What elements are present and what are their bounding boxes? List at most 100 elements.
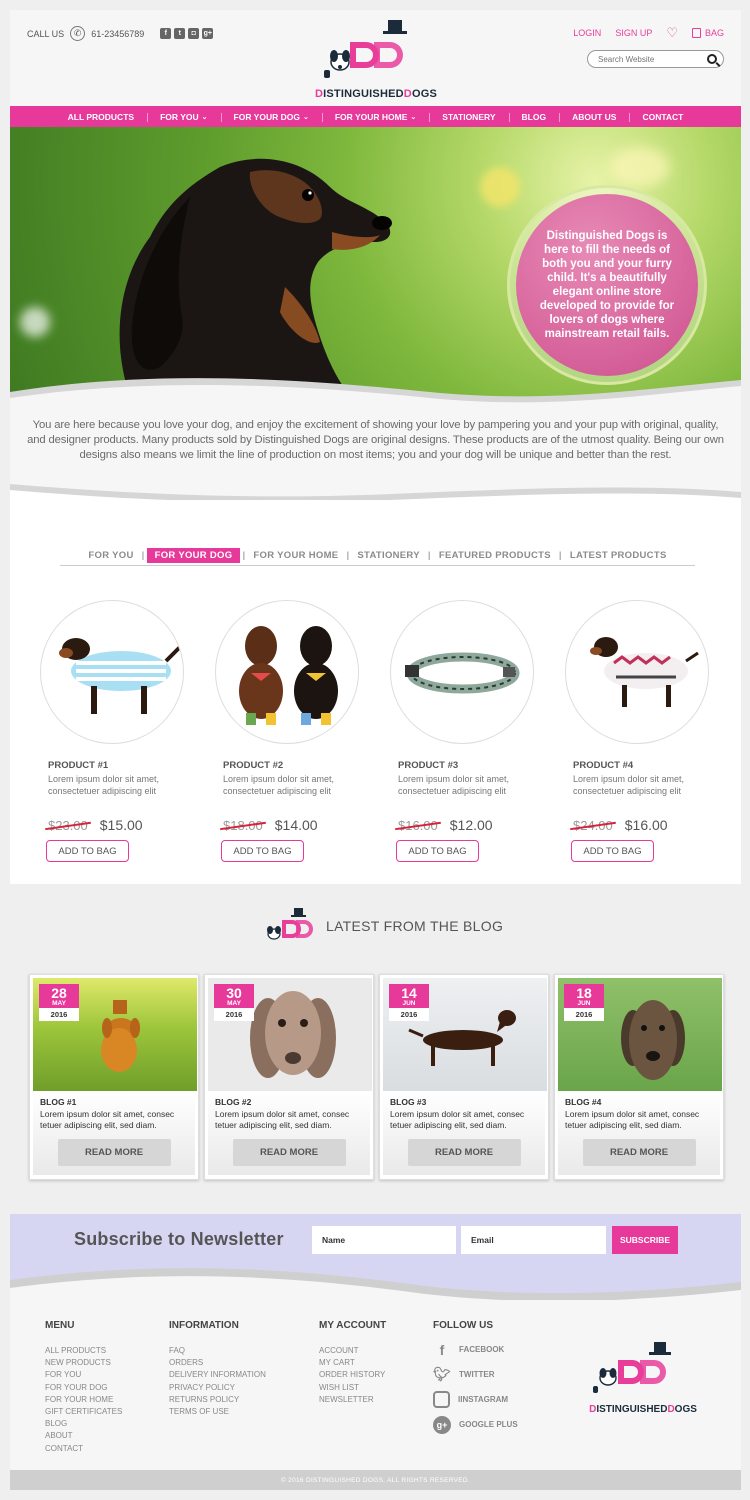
footer-link[interactable]: DELIVERY INFORMATION xyxy=(169,1369,266,1381)
product-title[interactable]: PRODUCT #1 xyxy=(40,760,200,771)
read-more-button[interactable]: READ MORE xyxy=(57,1139,171,1166)
facebook-icon: f xyxy=(439,1341,445,1358)
footer-link[interactable]: ALL PRODUCTS xyxy=(45,1345,122,1357)
tab-featured-products[interactable]: FEATURED PRODUCTS xyxy=(433,550,557,561)
footer-link[interactable]: ABOUT xyxy=(45,1430,122,1442)
login-link[interactable]: LOGIN xyxy=(573,28,601,38)
product-description: Lorem ipsum dolor sit amet, consectetuer… xyxy=(223,774,335,796)
blog-title[interactable]: BLOG #2 xyxy=(215,1097,363,1107)
tab-stationery[interactable]: STATIONERY xyxy=(351,550,425,561)
tab-for-your-home[interactable]: FOR YOUR HOME xyxy=(247,550,344,561)
instagram-icon xyxy=(433,1391,450,1408)
footer-instagram-link[interactable]: IINSTAGRAM xyxy=(433,1387,518,1412)
footer-link[interactable]: ORDER HISTORY xyxy=(319,1369,386,1381)
newsletter-name-field[interactable]: Name xyxy=(312,1226,456,1254)
date-badge: 28 MAY 2016 xyxy=(39,984,79,1021)
signup-link[interactable]: SIGN UP xyxy=(615,28,652,38)
price: $12.00 xyxy=(449,817,493,833)
search-input[interactable] xyxy=(598,54,698,64)
bag-link[interactable]: BAG xyxy=(691,27,724,38)
add-to-bag-button[interactable]: ADD TO BAG xyxy=(396,840,479,862)
logo-mark xyxy=(324,20,407,78)
site-logo[interactable]: DISTINGUISHEDDOGS xyxy=(304,18,448,100)
footer-link[interactable]: NEWSLETTER xyxy=(319,1394,386,1406)
footer-link[interactable]: FOR YOUR DOG xyxy=(45,1382,122,1394)
blog-image[interactable]: 18 JUN 2016 xyxy=(558,978,722,1091)
product-image[interactable] xyxy=(565,600,709,744)
footer-link[interactable]: ACCOUNT xyxy=(319,1345,386,1357)
footer-link[interactable]: ORDERS xyxy=(169,1357,266,1369)
product-image[interactable] xyxy=(215,600,359,744)
nav-contact[interactable]: CONTACT xyxy=(629,112,696,122)
instagram-icon[interactable]: ◘ xyxy=(188,28,200,39)
nav-blog[interactable]: BLOG xyxy=(508,112,560,122)
footer-twitter-link[interactable]: 🐦︎ TWITTER xyxy=(433,1362,518,1387)
product-card: PRODUCT #3 Lorem ipsum dolor sit amet, c… xyxy=(390,600,550,862)
nav-about-us[interactable]: ABOUT US xyxy=(559,112,629,122)
twitter-icon[interactable]: t xyxy=(174,28,186,39)
read-more-button[interactable]: READ MORE xyxy=(232,1139,346,1166)
nav-stationery[interactable]: STATIONERY xyxy=(429,112,508,122)
tab-for-you[interactable]: FOR YOU xyxy=(82,550,139,561)
product-title[interactable]: PRODUCT #3 xyxy=(390,760,550,771)
search-icon[interactable] xyxy=(707,54,717,64)
nav-for-you[interactable]: FOR YOU ⌄ xyxy=(147,112,220,122)
heart-icon[interactable]: ♡ xyxy=(666,26,678,39)
price: $15.00 xyxy=(99,817,143,833)
footer-link[interactable]: GIFT CERTIFICATES xyxy=(45,1406,122,1418)
footer-menu: MENU ALL PRODUCTS NEW PRODUCTS FOR YOU F… xyxy=(45,1320,122,1455)
footer-link[interactable]: MY CART xyxy=(319,1357,386,1369)
product-prices: $18.00 $14.00 xyxy=(215,817,375,833)
product-title[interactable]: PRODUCT #4 xyxy=(565,760,725,771)
footer-link[interactable]: RETURNS POLICY xyxy=(169,1394,266,1406)
footer-account-heading: MY ACCOUNT xyxy=(319,1320,387,1331)
tab-for-your-dog[interactable]: FOR YOUR DOG xyxy=(146,548,241,563)
google-plus-icon[interactable]: g+ xyxy=(202,28,214,39)
add-to-bag-button[interactable]: ADD TO BAG xyxy=(46,840,129,862)
footer-logo[interactable]: DISTINGUISHEDDOGS xyxy=(578,1342,708,1422)
facebook-icon[interactable]: f xyxy=(160,28,172,39)
phone-number[interactable]: 61-23456789 xyxy=(91,29,144,39)
main-nav: ALL PRODUCTS FOR YOU ⌄ FOR YOUR DOG ⌄ FOR … xyxy=(10,106,741,127)
footer-follow-us: FOLLOW US f FACEBOOK 🐦︎ TWITTER IINSTAGRAM… xyxy=(433,1320,518,1437)
footer-link[interactable]: TERMS OF USE xyxy=(169,1406,266,1418)
blog-section: LATEST FROM THE BLOG 28MAY 2016 BLOG #1 xyxy=(10,884,741,1214)
hero-circle-text: Distinguished Dogs is here to fill the n… xyxy=(539,230,675,340)
product-title[interactable]: PRODUCT #2 xyxy=(215,760,375,771)
product-prices: $24.00 $16.00 xyxy=(565,817,725,833)
read-more-button[interactable]: READ MORE xyxy=(407,1139,521,1166)
footer-link[interactable]: BLOG xyxy=(45,1418,122,1430)
product-image[interactable] xyxy=(390,600,534,744)
footer-link[interactable]: FAQ xyxy=(169,1345,266,1357)
blog-image[interactable]: 28 MAY 2016 xyxy=(33,978,197,1091)
blog-title[interactable]: BLOG #3 xyxy=(390,1097,538,1107)
phone-icon: ✆ xyxy=(70,26,86,41)
footer-facebook-link[interactable]: f FACEBOOK xyxy=(433,1337,518,1362)
blog-title[interactable]: BLOG #1 xyxy=(40,1097,188,1107)
nav-for-your-home[interactable]: FOR YOUR HOME ⌄ xyxy=(321,112,429,122)
nav-for-your-dog[interactable]: FOR YOUR DOG ⌄ xyxy=(220,112,322,122)
nav-all-products[interactable]: ALL PRODUCTS xyxy=(55,112,147,122)
footer-link[interactable]: NEW PRODUCTS xyxy=(45,1357,122,1369)
footer-link[interactable]: PRIVACY POLICY xyxy=(169,1382,266,1394)
dachshund-hero-image xyxy=(119,158,392,397)
add-to-bag-button[interactable]: ADD TO BAG xyxy=(221,840,304,862)
footer-link[interactable]: FOR YOU xyxy=(45,1369,122,1381)
newsletter-email-field[interactable]: Email xyxy=(461,1226,606,1254)
add-to-bag-button[interactable]: ADD TO BAG xyxy=(571,840,654,862)
footer-link[interactable]: FOR YOUR HOME xyxy=(45,1394,122,1406)
chevron-down-icon: ⌄ xyxy=(410,113,417,121)
footer-link[interactable]: CONTACT xyxy=(45,1443,122,1455)
blog-title[interactable]: BLOG #4 xyxy=(565,1097,713,1107)
footer-google-plus-link[interactable]: g+ GOOGLE PLUS xyxy=(433,1412,518,1437)
product-image[interactable] xyxy=(40,600,184,744)
footer-logo-wordmark: DISTINGUISHEDDOGS xyxy=(589,1404,697,1415)
footer-link[interactable]: WISH LIST xyxy=(319,1382,386,1394)
blog-image[interactable]: 30 MAY 2016 xyxy=(208,978,372,1091)
tab-latest-products[interactable]: LATEST PRODUCTS xyxy=(564,550,673,561)
old-price: $18.00 xyxy=(223,817,263,833)
subscribe-button[interactable]: SUBSCRIBE xyxy=(612,1226,678,1254)
blog-heading-text: LATEST FROM THE BLOG xyxy=(326,918,504,934)
blog-image[interactable]: 14 JUN 2016 xyxy=(383,978,547,1091)
read-more-button[interactable]: READ MORE xyxy=(582,1139,696,1166)
